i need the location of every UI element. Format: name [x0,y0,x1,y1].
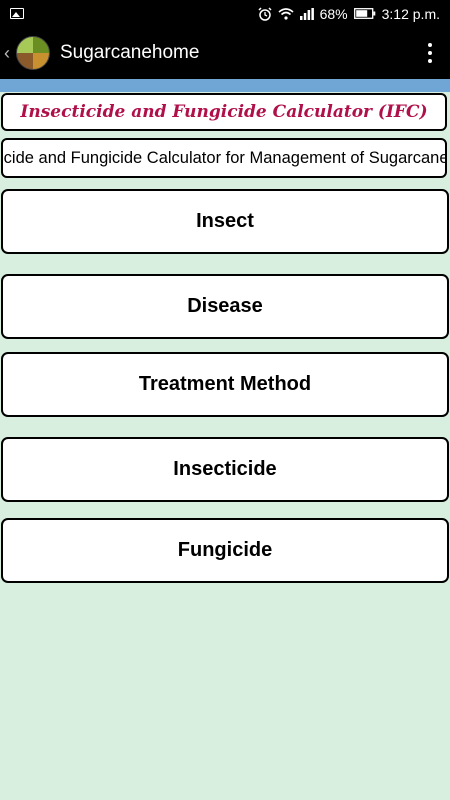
marquee-text: Insecticide and Fungicide Calculator for… [1,148,447,167]
battery-icon [353,8,375,19]
signal-icon [299,7,314,20]
overflow-menu-icon[interactable] [410,43,450,63]
app-logo[interactable] [16,36,50,70]
insecticide-button[interactable]: Insecticide [1,437,449,502]
accent-strip [0,79,450,92]
battery-percent: 68% [319,5,348,22]
app-bar: ‹ Sugarcanehome [0,27,450,79]
marquee-banner: Insecticide and Fungicide Calculator for… [1,138,447,178]
treatment-method-button[interactable]: Treatment Method [1,352,449,417]
disease-button[interactable]: Disease [1,274,449,339]
alarm-icon [258,6,272,21]
insect-button[interactable]: Insect [1,189,449,254]
back-chevron-icon[interactable]: ‹ [4,43,14,64]
wifi-icon [278,8,294,20]
clock: 3:12 p.m. [381,5,440,22]
status-bar: 68% 3:12 p.m. [0,0,450,27]
gallery-notification-icon [10,8,24,19]
fungicide-button[interactable]: Fungicide [1,518,449,583]
app-title: Sugarcanehome [60,42,200,63]
page-title: Insecticide and Fungicide Calculator (IF… [1,93,447,131]
